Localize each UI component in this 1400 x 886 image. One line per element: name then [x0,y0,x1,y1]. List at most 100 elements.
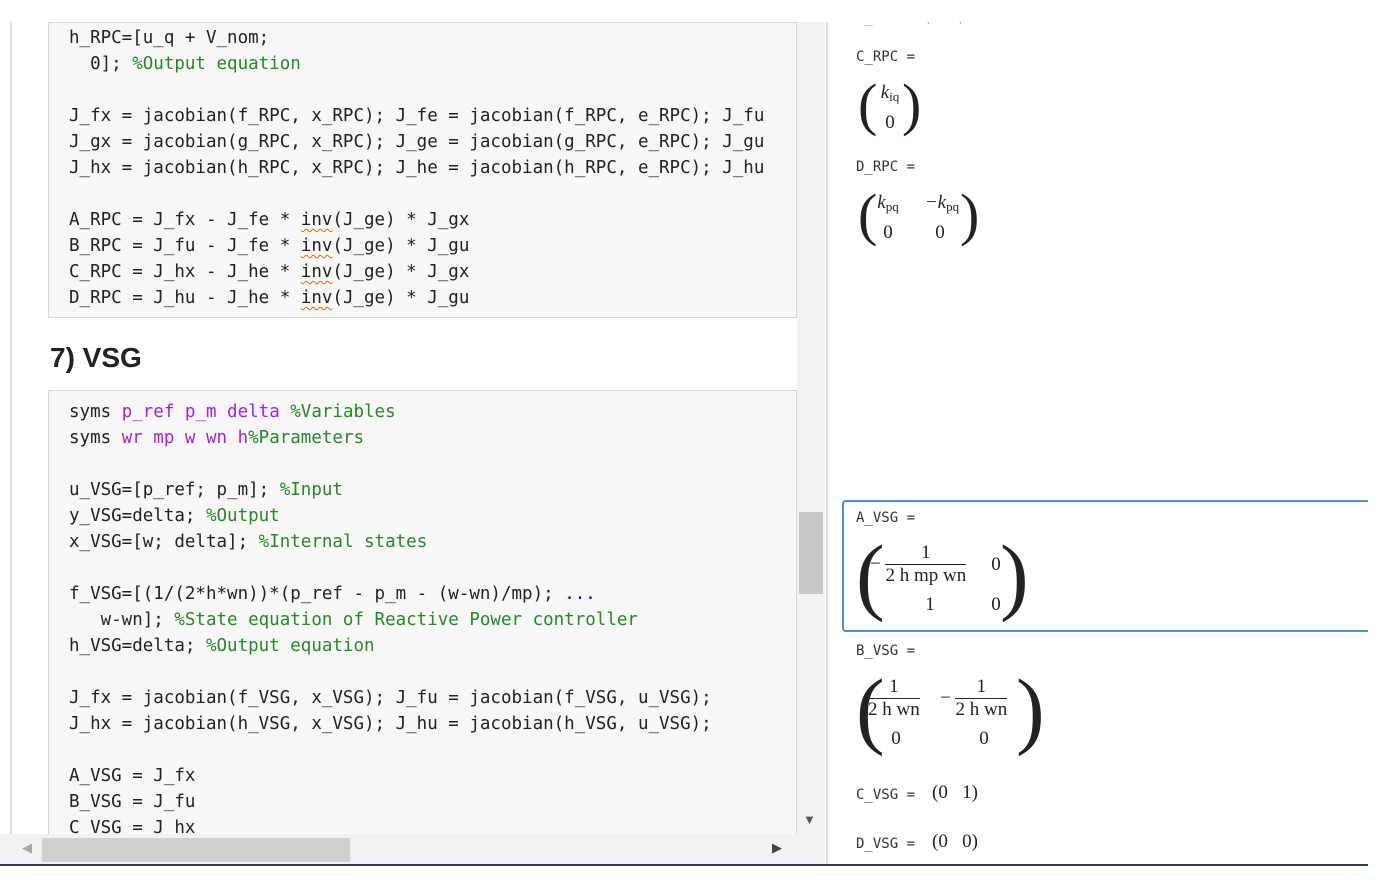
section-heading[interactable]: 7) VSG [50,342,142,374]
code-token: %Output equation [205,636,375,656]
code-line[interactable]: f_VSG=[(1/(2*h*wn))*(p_ref - p_m - (w-wn… [69,581,596,607]
d-vsg-value: (0 0) [932,831,978,852]
live-editor-pane[interactable]: h_RPC=[u_q + V_nom; 0]; %Output equation… [0,22,826,864]
code-token: %Parameters [248,428,365,448]
code-token: y_VSG=delta; [69,506,206,526]
code-line[interactable]: 0]; %Output equation [69,51,301,77]
code-token: u_VSG=[p_ref; p_m]; [69,480,280,500]
vertical-scrollbar[interactable] [797,22,825,864]
matrix-cell: 0 [883,222,893,243]
code-token: J_hx = jacobian(h_VSG, x_VSG); J_hu = ja… [69,714,712,734]
code-token: %Variables [290,402,396,422]
c-vsg-value: (0 1) [932,782,978,803]
code-token: inv [300,210,333,230]
code-token: (J_ge) * J_gx [332,262,470,282]
c-rpc-matrix: ( kiq 0 ) [858,72,922,140]
matrix-cell: kpq [877,192,899,214]
matrix-cell: − 12 h wn [940,676,1008,720]
code-token: A_VSG = J_fx [69,766,196,786]
code-token: ... [564,584,596,604]
scroll-right-arrow-icon[interactable]: ▶ [772,840,782,856]
code-token: A_RPC = J_fx - J_fe * [69,210,301,230]
code-token: wr mp w wn h [121,428,249,448]
code-line[interactable]: A_RPC = J_fx - J_fe * inv(J_ge) * J_gx [69,207,469,233]
code-token: f_VSG=[(1/(2*h*wn))*(p_ref - p_m - (w-wn… [69,584,565,604]
code-token: D_RPC = J_hu - J_he * [69,288,301,308]
code-line[interactable]: B_RPC = J_fu - J_fe * inv(J_ge) * J_gu [69,233,469,259]
code-token: inv [300,262,333,282]
d-vsg-label: D_VSG = [856,836,916,852]
code-token: w-wn]; [69,610,175,630]
code-line[interactable]: h_RPC=[u_q + V_nom; [69,25,269,51]
editor-gutter [10,22,12,864]
code-line[interactable]: J_hx = jacobian(h_RPC, x_RPC); J_he = ja… [69,155,764,181]
code-token: h_VSG=delta; [69,636,206,656]
code-token: C_RPC = J_hx - J_he * [69,262,301,282]
code-token: %State equation of Reactive Power contro… [174,610,638,630]
code-line[interactable]: u_VSG=[p_ref; p_m]; %Input [69,477,343,503]
code-token: %Internal states [258,532,428,552]
matrix-cell: 1 [925,594,935,615]
right-paren: ) [902,72,922,137]
code-line[interactable]: J_hx = jacobian(h_VSG, x_VSG); J_hu = ja… [69,711,712,737]
matrix-cell: − 12 h mp wn [870,542,967,586]
a-vsg-label: A_VSG = [856,510,916,526]
code-line[interactable]: J_fx = jacobian(f_RPC, x_RPC); J_fe = ja… [69,103,764,129]
code-line[interactable]: y_VSG=delta; %Output [69,503,280,529]
matrix-cell: 0 [935,222,945,243]
code-token: B_VSG = J_fu [69,792,196,812]
code-token: syms [69,428,122,448]
code-line[interactable]: syms wr mp w wn h%Parameters [69,425,364,451]
matrix-cell: 0 [979,728,989,749]
code-token: syms [69,402,122,422]
code-line[interactable]: w-wn]; %State equation of Reactive Power… [69,607,638,633]
code-token: %Output [205,506,280,526]
clipped-output-label: B_RPC = (1 1) [856,22,966,26]
code-token: (J_ge) * J_gu [332,288,470,308]
code-token: inv [300,288,333,308]
b-vsg-label: B_VSG = [856,643,916,659]
code-token: B_RPC = J_fu - J_fe * [69,236,301,256]
code-block-rpc[interactable]: h_RPC=[u_q + V_nom; 0]; %Output equation… [48,22,797,318]
right-paren: ) [960,182,980,247]
code-token: J_fx = jacobian(f_VSG, x_VSG); J_fu = ja… [69,688,712,708]
right-paren: ) [1016,661,1045,757]
code-line[interactable]: D_RPC = J_hu - J_he * inv(J_ge) * J_gu [69,285,469,311]
a-vsg-matrix: ( − 12 h mp wn 0 1 0 ) [856,532,1029,628]
code-line[interactable]: h_VSG=delta; %Output equation [69,633,375,659]
horizontal-scrollbar-thumb[interactable] [42,838,350,862]
matrix-cell: 0 [891,728,901,749]
code-line[interactable]: C_RPC = J_hx - J_he * inv(J_ge) * J_gx [69,259,469,285]
code-line[interactable]: A_VSG = J_fx [69,763,195,789]
code-token: J_fx = jacobian(f_RPC, x_RPC); J_fe = ja… [69,106,765,126]
code-token: (J_ge) * J_gu [332,236,470,256]
c-rpc-label: C_RPC = [856,49,916,65]
bottom-border [0,864,1368,866]
code-token: h_RPC=[u_q + V_nom; [69,28,270,48]
output-pane: B_RPC = (1 1) C_RPC = ( kiq 0 ) D_RPC = … [828,22,1368,864]
matrix-cell: 12 h wn [868,676,920,720]
code-line[interactable]: x_VSG=[w; delta]; %Internal states [69,529,427,555]
d-rpc-label: D_RPC = [856,159,916,175]
b-vsg-matrix: ( 12 h wn − 12 h wn 0 0 ) [856,666,1045,762]
code-token: p_ref p_m delta [121,402,291,422]
code-token: J_hx = jacobian(h_RPC, x_RPC); J_he = ja… [69,158,765,178]
code-line[interactable]: B_VSG = J_fu [69,789,195,815]
top-strip [0,0,1400,22]
code-token: x_VSG=[w; delta]; [69,532,259,552]
c-vsg-label: C_VSG = [856,787,916,803]
code-token: inv [300,236,333,256]
d-rpc-matrix: ( kpq −kpq 0 0 ) [858,186,988,250]
code-line[interactable]: J_fx = jacobian(f_VSG, x_VSG); J_fu = ja… [69,685,712,711]
code-token: %Output equation [132,54,301,74]
code-line[interactable]: J_gx = jacobian(g_RPC, x_RPC); J_ge = ja… [69,129,764,155]
code-token: J_gx = jacobian(g_RPC, x_RPC); J_ge = ja… [69,132,765,152]
code-token: (J_ge) * J_gx [332,210,470,230]
scroll-left-arrow-icon[interactable]: ◀ [22,840,32,856]
code-block-vsg[interactable]: syms p_ref p_m delta %Variables syms wr m… [48,390,797,864]
code-token: %Input [279,480,343,500]
scroll-down-arrow-icon[interactable]: ▼ [803,812,816,827]
code-line[interactable]: syms p_ref p_m delta %Variables [69,399,396,425]
vertical-scrollbar-thumb[interactable] [799,512,823,594]
right-paren: ) [1000,527,1029,623]
